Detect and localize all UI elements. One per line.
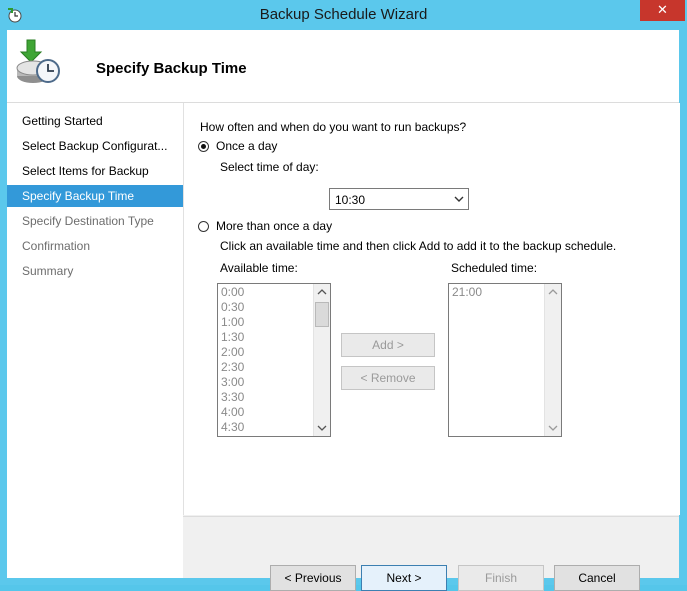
nav-step-summary: Summary: [22, 264, 74, 278]
available-time-item[interactable]: 0:30: [220, 300, 244, 315]
available-time-item[interactable]: 2:30: [220, 360, 244, 375]
remove-button[interactable]: < Remove: [341, 366, 435, 390]
footer-divider: [183, 516, 679, 517]
available-time-item[interactable]: 4:00: [220, 405, 244, 420]
time-of-day-select[interactable]: 10:30: [329, 188, 469, 210]
wizard-window: Backup Schedule Wizard ✕ Specify Backup …: [0, 0, 687, 591]
available-time-item[interactable]: 4:30: [220, 420, 244, 435]
finish-button[interactable]: Finish: [458, 565, 544, 591]
chevron-down-icon: [454, 196, 464, 202]
scheduled-time-item[interactable]: 21:00: [451, 285, 482, 300]
next-button[interactable]: Next >: [361, 565, 447, 591]
nav-step-select-backup-configuration[interactable]: Select Backup Configurat...: [7, 135, 183, 157]
scheduled-time-label: Scheduled time:: [451, 261, 538, 275]
window-title: Backup Schedule Wizard: [259, 6, 428, 23]
scroll-down-icon[interactable]: [546, 421, 560, 435]
nav-step-confirmation: Confirmation: [22, 239, 91, 253]
close-button[interactable]: ✕: [640, 0, 685, 21]
nav-step-select-items[interactable]: Select Items for Backup: [7, 160, 183, 182]
cancel-button[interactable]: Cancel: [554, 565, 640, 591]
content-panel: How often and when do you want to run ba…: [183, 103, 680, 515]
add-instruction: Click an available time and then click A…: [220, 239, 617, 253]
available-time-item[interactable]: 0:00: [220, 285, 244, 300]
wizard-content: How often and when do you want to run ba…: [183, 103, 680, 591]
page-header: Specify Backup Time: [7, 30, 679, 103]
scheduled-time-list[interactable]: 21:00: [448, 283, 562, 437]
once-a-day-radio[interactable]: [198, 141, 209, 152]
schedule-question: How often and when do you want to run ba…: [200, 120, 467, 134]
available-time-list[interactable]: 0:00 0:30 1:00 1:30 2:00 2:30 3:00 3:30 4:00 4:30: [217, 283, 331, 437]
scroll-up-icon[interactable]: [546, 285, 560, 299]
more-than-once-radio[interactable]: [198, 221, 209, 232]
scheduled-time-scrollbar[interactable]: [544, 284, 561, 436]
nav-step-specify-destination-type: Specify Destination Type: [22, 214, 154, 228]
page-title: Specify Backup Time: [96, 60, 247, 77]
available-time-item[interactable]: 1:00: [220, 315, 244, 330]
time-of-day-label: Select time of day:: [220, 160, 319, 174]
wizard-steps-nav: Getting Started Select Backup Configurat…: [7, 103, 183, 578]
nav-step-getting-started[interactable]: Getting Started: [7, 110, 183, 132]
available-time-item[interactable]: 1:30: [220, 330, 244, 345]
more-than-once-label[interactable]: More than once a day: [216, 219, 332, 233]
available-time-item[interactable]: 3:00: [220, 375, 244, 390]
wizard-client: Specify Backup Time Getting Started Sele…: [7, 30, 680, 591]
scheduled-time-items: 21:00: [451, 285, 482, 300]
scroll-down-icon[interactable]: [315, 421, 329, 435]
scroll-thumb[interactable]: [315, 302, 329, 327]
previous-button[interactable]: < Previous: [270, 565, 356, 591]
nav-step-specify-backup-time[interactable]: Specify Backup Time: [7, 185, 183, 207]
once-a-day-label[interactable]: Once a day: [216, 139, 277, 153]
add-button[interactable]: Add >: [341, 333, 435, 357]
available-time-label: Available time:: [220, 261, 298, 275]
available-time-scrollbar[interactable]: [313, 284, 330, 436]
available-time-items: 0:00 0:30 1:00 1:30 2:00 2:30 3:00 3:30 4:00 4:30: [220, 285, 244, 435]
available-time-item[interactable]: 3:30: [220, 390, 244, 405]
title-bar[interactable]: Backup Schedule Wizard ✕: [0, 0, 687, 30]
available-time-item[interactable]: 2:00: [220, 345, 244, 360]
time-of-day-value: 10:30: [335, 193, 366, 207]
backup-clock-icon: [16, 39, 60, 83]
scroll-up-icon[interactable]: [315, 285, 329, 299]
